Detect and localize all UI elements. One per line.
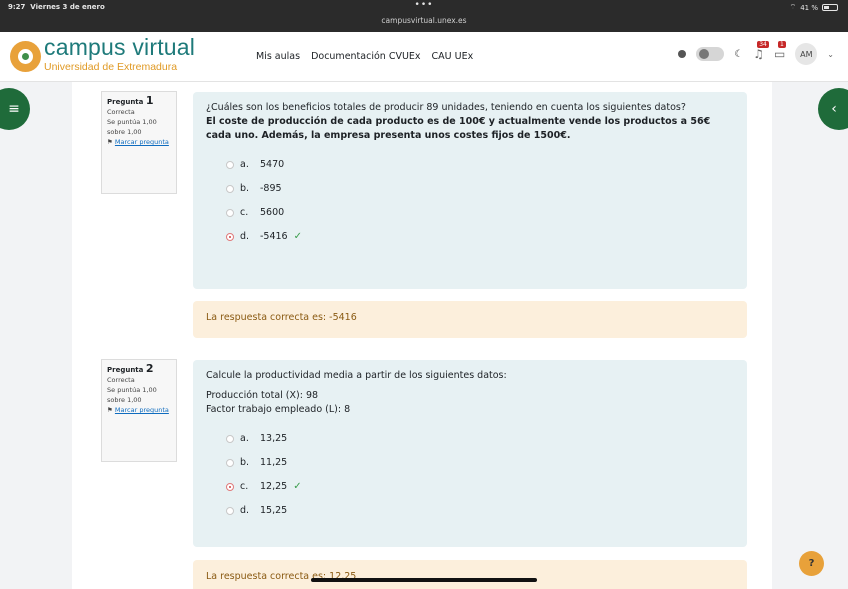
flag-icon: ⚑ [107,406,113,414]
question-1-option-a[interactable]: a. 5470 [206,153,734,177]
status-bar: 9:27 Viernes 3 de enero ••• campusvirtua… [0,0,848,32]
question-2-line-labor: Factor trabajo empleado (L): 8 [206,404,351,415]
nav-link-mis-aulas[interactable]: Mis aulas [256,51,300,62]
radio-button[interactable] [226,507,234,515]
moon-icon: ☾ [734,48,744,60]
user-tools: ☾ ♫ 34 ▭ 1 AM ⌄ [678,41,834,65]
question-2-score: Se puntúa 1,00 sobre 1,00 [107,386,157,404]
messages-icon[interactable]: ▭ 1 [774,41,786,61]
checkmark-icon: ✓ [293,481,302,492]
question-2-box: Calcule la productividad media a partir … [193,360,747,547]
question-2-feedback: La respuesta correcta es: 12,25 [193,560,747,589]
checkmark-icon: ✓ [293,231,302,242]
question-1-feedback: La respuesta correcta es: -5416 [193,301,747,338]
notifications-icon[interactable]: ♫ 34 [753,41,769,61]
question-2-option-d[interactable]: d. 15,25 [206,499,734,523]
question-2-flag[interactable]: ⚑ Marcar pregunta [107,405,171,415]
question-1-option-d[interactable]: d. -5416 ✓ [206,225,734,249]
question-2-info: Pregunta 2 Correcta Se puntúa 1,00 sobre … [101,359,177,462]
top-navbar: campus virtual Universidad de Extremadur… [0,32,848,82]
question-1-flag[interactable]: ⚑ Marcar pregunta [107,137,171,147]
battery-percent: 41 % [800,3,818,12]
nav-link-cau[interactable]: CAU UEx [432,51,474,62]
question-2-number: Pregunta 2 [107,362,154,375]
radio-button-selected[interactable] [226,233,234,241]
course-index-drawer-button[interactable]: ≡ [0,88,30,130]
brand-title[interactable]: campus virtual [44,34,195,61]
question-1-option-c[interactable]: c. 5600 [206,201,734,225]
question-1-data: El coste de producción de cada producto … [206,116,711,141]
radio-button-selected[interactable] [226,483,234,491]
question-2-line-production: Producción total (X): 98 [206,390,319,401]
system-indicators: ⌔ 41 % [790,3,838,12]
list-icon: ≡ [8,101,20,117]
question-1-option-b[interactable]: b. -895 [206,177,734,201]
question-2-status: Correcta [107,376,135,384]
battery-icon [822,4,838,11]
question-1-info: Pregunta 1 Correcta Se puntúa 1,00 sobre … [101,91,177,194]
question-1-text: ¿Cuáles son los beneficios totales de pr… [206,102,686,113]
address-bar[interactable]: campusvirtual.unex.es [0,16,848,25]
question-1-number: Pregunta 1 [107,94,154,107]
radio-button[interactable] [226,435,234,443]
question-2-option-a[interactable]: a. 13,25 [206,427,734,451]
messages-badge: 1 [777,41,786,48]
theme-indicator-icon [678,50,687,58]
tab-dots[interactable]: ••• [0,0,848,10]
primary-navigation: Mis aulas Documentación CVUEx CAU UEx [256,51,473,62]
radio-button[interactable] [226,459,234,467]
nav-link-documentacion[interactable]: Documentación CVUEx [311,51,420,62]
question-2-text: Calcule la productividad media a partir … [206,370,507,381]
question-1-status: Correcta [107,108,135,116]
logo-icon[interactable] [10,41,41,72]
question-2-option-b[interactable]: b. 11,25 [206,451,734,475]
question-1-box: ¿Cuáles son los beneficios totales de pr… [193,92,747,289]
blocks-drawer-button[interactable]: ‹ [818,88,848,130]
user-avatar[interactable]: AM [795,43,818,65]
question-1-score: Se puntúa 1,00 sobre 1,00 [107,118,157,136]
notifications-badge: 34 [757,41,769,48]
radio-button[interactable] [226,185,234,193]
radio-button[interactable] [226,209,234,217]
home-indicator[interactable] [311,578,537,582]
chevron-left-icon: ‹ [831,101,837,117]
flag-icon: ⚑ [107,138,113,146]
question-2-option-c[interactable]: c. 12,25 ✓ [206,475,734,499]
dark-mode-toggle[interactable] [696,47,725,61]
brand-subtitle: Universidad de Extremadura [44,61,178,73]
wifi-icon: ⌔ [789,3,797,11]
help-button[interactable]: ? [799,551,824,576]
chevron-down-icon[interactable]: ⌄ [827,50,834,59]
radio-button[interactable] [226,161,234,169]
